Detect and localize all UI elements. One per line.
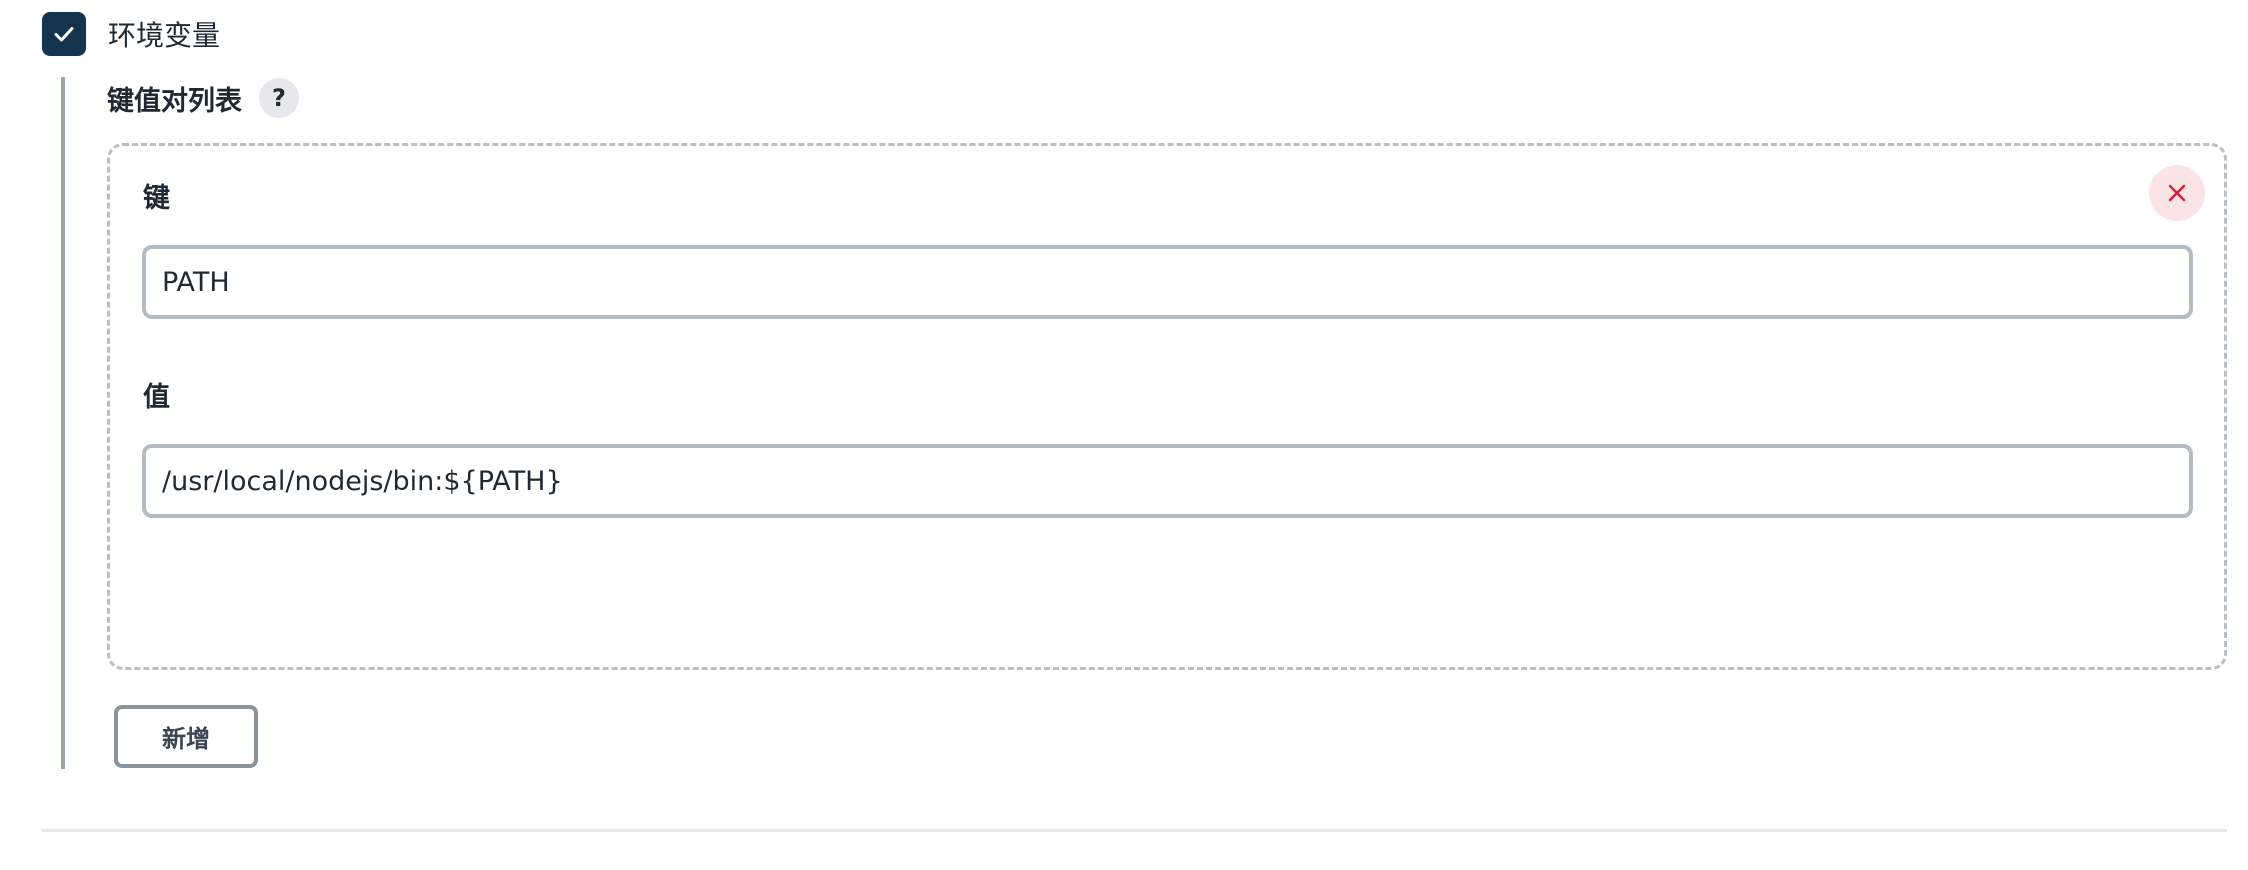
section-divider	[42, 829, 2227, 832]
env-vars-checkbox[interactable]	[42, 12, 86, 56]
kv-list-title: 键值对列表	[107, 85, 242, 117]
delete-item-button[interactable]	[2149, 165, 2205, 221]
key-field-label: 键	[143, 183, 170, 214]
env-vars-checkbox-label[interactable]: 环境变量	[108, 14, 220, 54]
kv-list-item	[107, 143, 2227, 670]
check-icon	[54, 27, 74, 42]
kv-list-header: 键值对列表 ?	[107, 78, 299, 118]
key-input[interactable]	[142, 245, 2193, 319]
close-icon	[2168, 184, 2186, 202]
value-field-label: 值	[143, 382, 170, 413]
env-vars-checkbox-row[interactable]: 环境变量	[42, 12, 220, 56]
help-button[interactable]: ?	[259, 78, 299, 118]
value-input[interactable]	[142, 444, 2193, 518]
add-button[interactable]: 新增	[114, 705, 258, 768]
section-indent-rule	[61, 77, 65, 769]
